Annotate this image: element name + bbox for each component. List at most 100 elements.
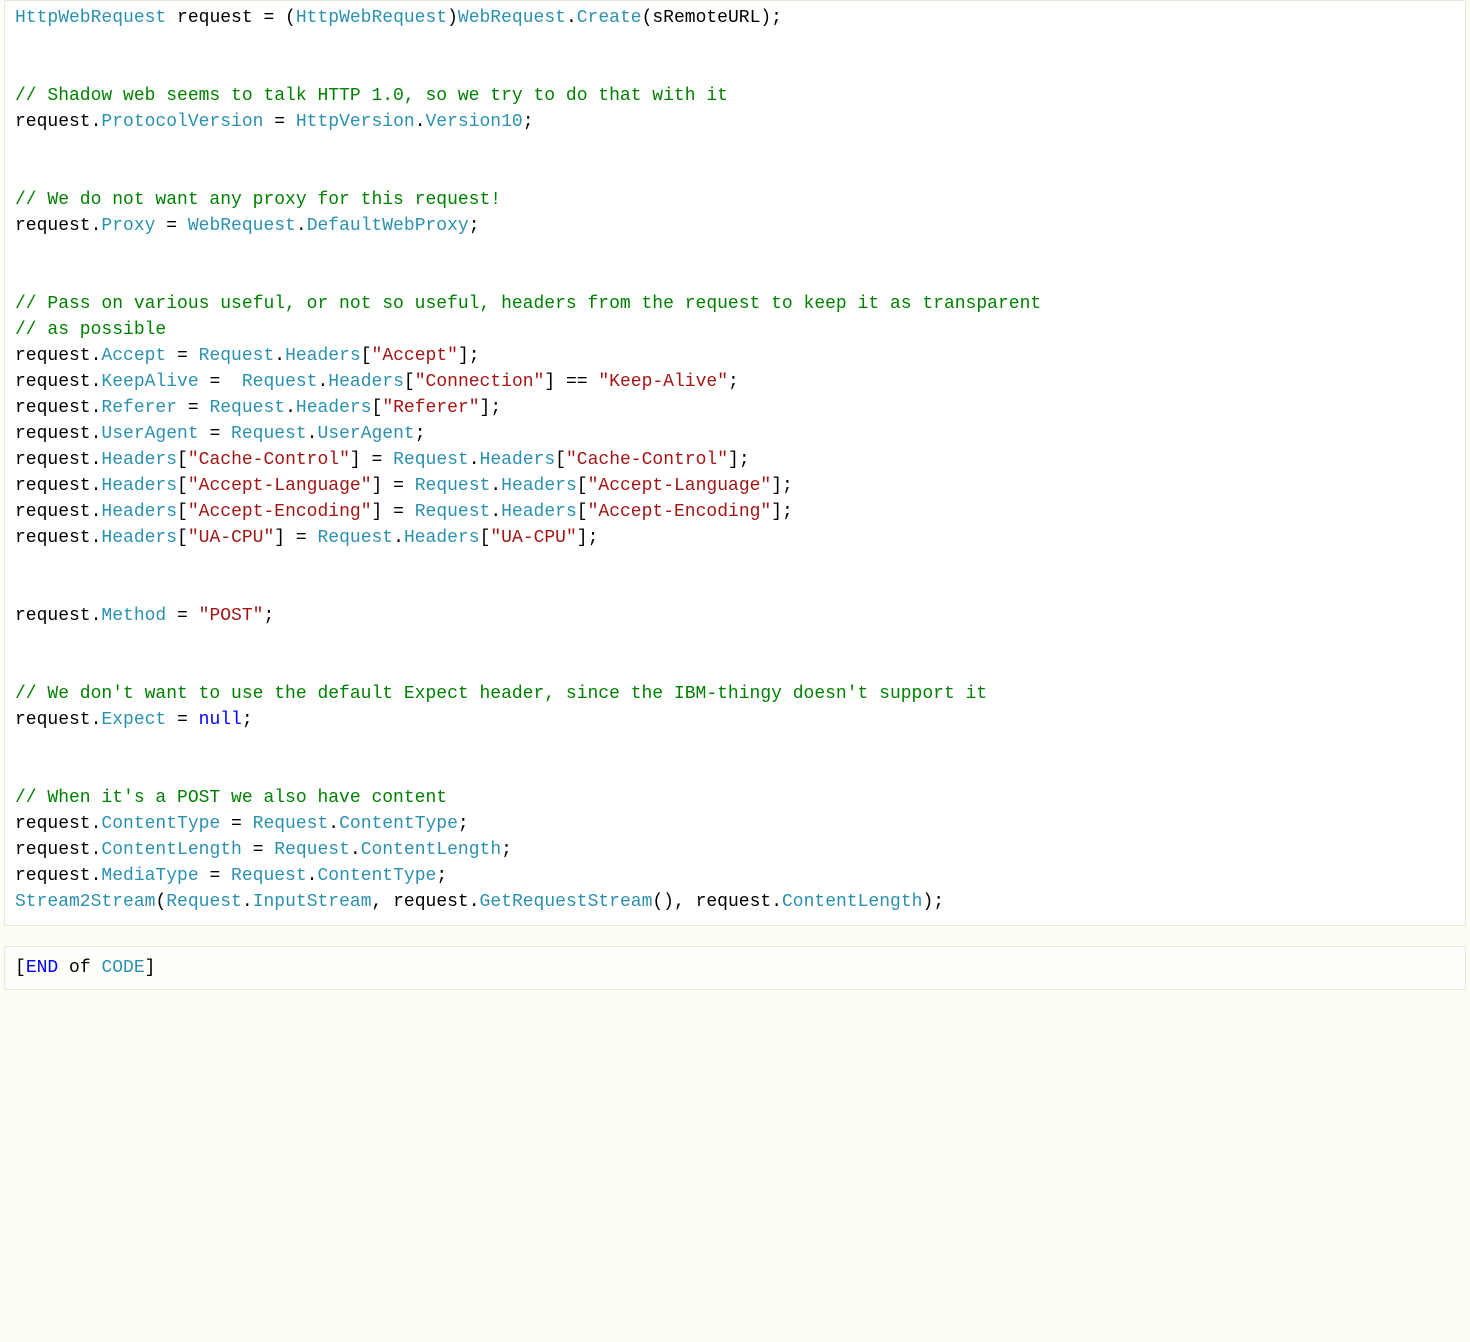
code-token: ]; — [458, 346, 480, 366]
code-token: ]; — [771, 502, 793, 522]
code-token: request. — [15, 424, 101, 444]
code-token: . — [350, 840, 361, 860]
code-token: ; — [263, 606, 274, 626]
code-token: Request — [199, 346, 275, 366]
code-token: [ — [577, 476, 588, 496]
code-token: = — [199, 372, 242, 392]
code-token: ); — [922, 892, 944, 912]
code-token: (sRemoteURL); — [642, 8, 782, 28]
code-token: request. — [15, 814, 101, 834]
code-token: Request — [209, 398, 285, 418]
code-token: request = ( — [166, 8, 296, 28]
code-token: HttpWebRequest — [296, 8, 447, 28]
code-token: Headers — [101, 476, 177, 496]
code-token: "Accept-Language" — [588, 476, 772, 496]
code-token: = — [155, 216, 187, 236]
code-token: Headers — [328, 372, 404, 392]
code-token: request. — [15, 606, 101, 626]
code-token: Stream2Stream — [15, 892, 155, 912]
code-token: Headers — [285, 346, 361, 366]
code-token: [ — [372, 398, 383, 418]
code-token: Proxy — [101, 216, 155, 236]
code-token: ]; — [771, 476, 793, 496]
code-token: request. — [15, 528, 101, 548]
code-token: ] — [145, 958, 156, 978]
code-token: ) — [447, 8, 458, 28]
code-token: ContentLength — [782, 892, 922, 912]
code-token: request. — [15, 476, 101, 496]
code-token: ContentType — [101, 814, 220, 834]
code-token: request. — [15, 112, 101, 132]
code-comment: // When it's a POST we also have content — [15, 788, 447, 808]
code-token: . — [415, 112, 426, 132]
code-token: UserAgent — [101, 424, 198, 444]
code-token: ; — [501, 840, 512, 860]
code-token: Method — [101, 606, 166, 626]
code-token: ( — [155, 892, 166, 912]
code-token: . — [469, 450, 480, 470]
code-token: ]; — [728, 450, 750, 470]
code-token: "Accept-Encoding" — [588, 502, 772, 522]
code-token: Headers — [404, 528, 480, 548]
code-token: . — [566, 8, 577, 28]
code-token: request. — [15, 372, 101, 392]
code-token: = — [177, 398, 209, 418]
code-token: ] = — [350, 450, 393, 470]
code-token: [ — [177, 476, 188, 496]
code-token: [ — [577, 502, 588, 522]
code-token: of — [58, 958, 101, 978]
code-token: Headers — [296, 398, 372, 418]
code-token: ; — [469, 216, 480, 236]
code-token: Headers — [101, 450, 177, 470]
code-token: "UA-CPU" — [188, 528, 274, 548]
code-token: "Cache-Control" — [188, 450, 350, 470]
code-token: "Connection" — [415, 372, 545, 392]
code-token: Request — [253, 814, 329, 834]
page-container: HttpWebRequest request = (HttpWebRequest… — [0, 0, 1470, 990]
code-token: request. — [15, 502, 101, 522]
code-token: = — [263, 112, 295, 132]
code-token: Accept — [101, 346, 166, 366]
code-token: Headers — [501, 502, 577, 522]
code-token: . — [307, 866, 318, 886]
code-token: END — [26, 958, 58, 978]
code-token: "UA-CPU" — [490, 528, 576, 548]
code-token: UserAgent — [317, 424, 414, 444]
code-token: WebRequest — [458, 8, 566, 28]
code-token: request. — [15, 866, 101, 886]
code-token: HttpVersion — [296, 112, 415, 132]
code-token: Request — [231, 866, 307, 886]
code-token: HttpWebRequest — [15, 8, 166, 28]
code-token: ; — [436, 866, 447, 886]
code-token: Version10 — [426, 112, 523, 132]
code-comment: // We do not want any proxy for this req… — [15, 190, 501, 210]
code-token: Headers — [101, 502, 177, 522]
code-token: GetRequestStream — [480, 892, 653, 912]
code-token: [ — [15, 958, 26, 978]
code-token: Create — [577, 8, 642, 28]
code-token: = — [166, 710, 198, 730]
code-token: Headers — [480, 450, 556, 470]
code-token: . — [307, 424, 318, 444]
code-token: (), request. — [652, 892, 782, 912]
code-token: ] = — [372, 502, 415, 522]
code-token: ; — [523, 112, 534, 132]
code-token: . — [490, 502, 501, 522]
code-token: ContentType — [317, 866, 436, 886]
code-token: Headers — [501, 476, 577, 496]
code-token: . — [285, 398, 296, 418]
code-token: [ — [404, 372, 415, 392]
code-token: ]; — [480, 398, 502, 418]
code-token: Headers — [101, 528, 177, 548]
code-token: "POST" — [199, 606, 264, 626]
code-block-end[interactable]: [END of CODE] — [4, 946, 1466, 990]
code-token: ; — [415, 424, 426, 444]
code-token: Request — [242, 372, 318, 392]
code-token: DefaultWebProxy — [307, 216, 469, 236]
code-token: = — [199, 424, 231, 444]
code-token: "Accept-Language" — [188, 476, 372, 496]
code-block-main[interactable]: HttpWebRequest request = (HttpWebRequest… — [4, 0, 1466, 926]
code-token: ; — [458, 814, 469, 834]
code-token: ProtocolVersion — [101, 112, 263, 132]
code-token: ] == — [544, 372, 598, 392]
